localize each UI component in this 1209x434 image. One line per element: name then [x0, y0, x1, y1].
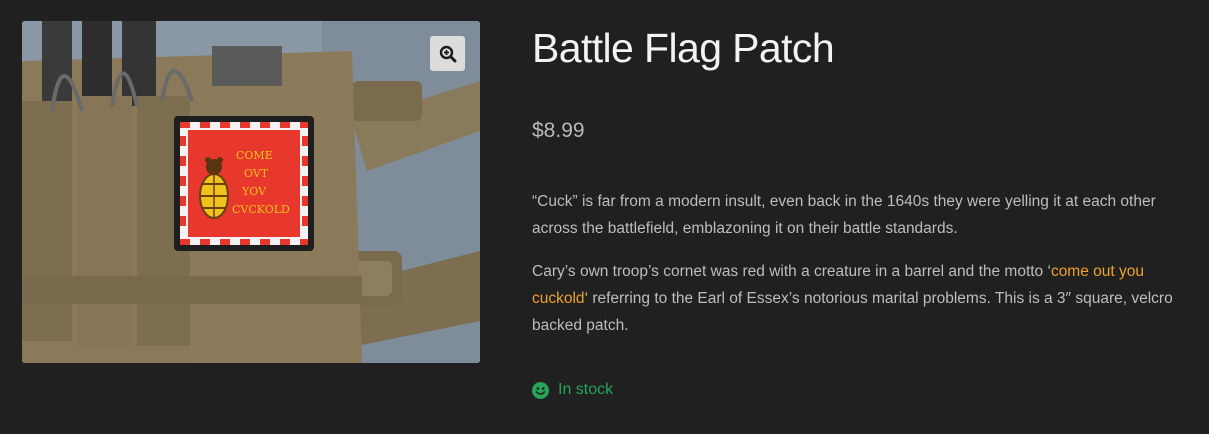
product-image-gallery[interactable]: COME OVT YOV CVCKOLD: [22, 21, 480, 363]
product-summary: Battle Flag Patch $8.99 “Cuck” is far fr…: [532, 20, 1202, 399]
patch-motto-line-1: COME: [236, 149, 273, 162]
smiley-icon: [532, 381, 549, 399]
description-paragraph-1: “Cuck” is far from a modern insult, even…: [532, 193, 1156, 237]
zoom-button[interactable]: [430, 36, 465, 71]
description-paragraph-2: Cary’s own troop’s cornet was red with a…: [532, 258, 1202, 339]
patch-motto-line-4: CVCKOLD: [232, 203, 290, 216]
product-photo[interactable]: COME OVT YOV CVCKOLD: [22, 21, 480, 363]
product-description: “Cuck” is far from a modern insult, even…: [532, 188, 1202, 355]
description-text-before-link: Cary’s own troop’s cornet was red with a…: [532, 263, 1051, 280]
product-title: Battle Flag Patch: [532, 25, 835, 71]
battle-flag-patch: COME OVT YOV CVCKOLD: [174, 116, 314, 251]
description-text-after-link: ‘ referring to the Earl of Essex’s notor…: [532, 290, 1173, 334]
product-page: COME OVT YOV CVCKOLD Battle Flag Patch $…: [0, 0, 1209, 434]
patch-motto-line-2: OVT: [244, 167, 269, 180]
stock-status: In stock: [532, 376, 613, 404]
magnify-plus-icon: [439, 45, 456, 62]
product-price: $8.99: [532, 119, 585, 142]
patch-motto-line-3: YOV: [241, 185, 267, 198]
stock-status-label: In stock: [558, 381, 614, 398]
